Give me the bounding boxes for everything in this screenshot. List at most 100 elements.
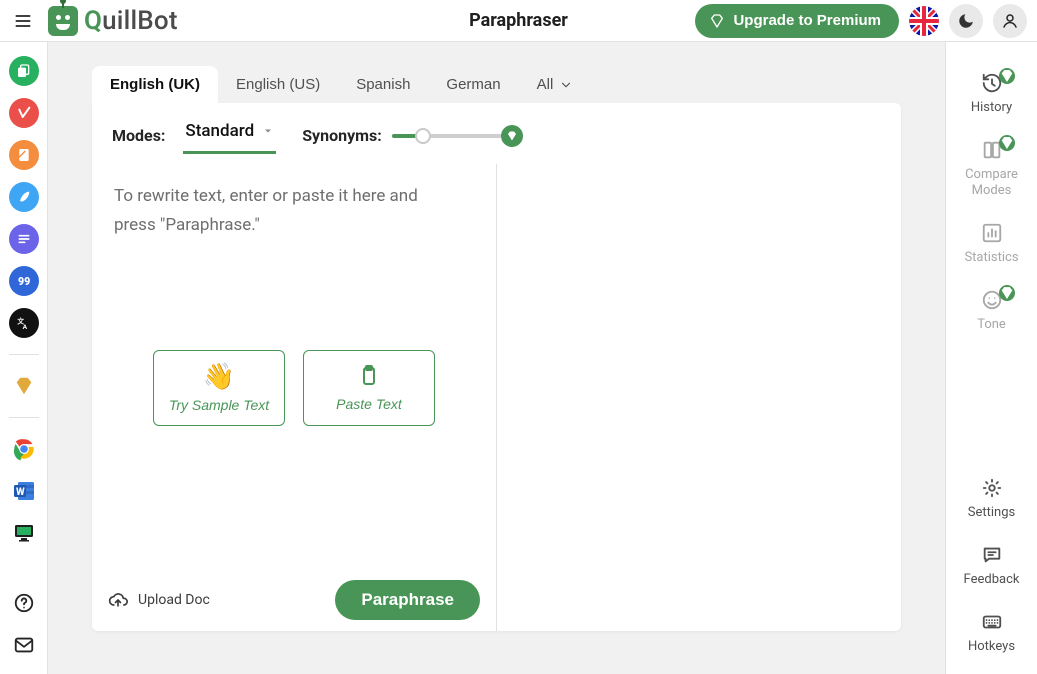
mail-icon	[13, 634, 35, 656]
rail-help[interactable]	[9, 588, 39, 618]
sp-label: History	[971, 100, 1012, 115]
rail-word-ext[interactable]: W	[9, 476, 39, 506]
clipboard-icon	[357, 364, 381, 388]
upgrade-button[interactable]: Upgrade to Premium	[695, 4, 899, 38]
sp-tone[interactable]: Tone	[946, 277, 1037, 344]
desktop-icon	[12, 521, 36, 545]
caret-down-icon	[262, 125, 274, 137]
premium-badge-icon	[999, 285, 1015, 301]
right-panel: History Compare Modes Statistics Tone Se…	[945, 42, 1037, 674]
lines-icon	[16, 231, 32, 247]
keyboard-icon	[981, 611, 1003, 633]
synonyms-label: Synonyms:	[302, 126, 382, 145]
tab-all[interactable]: All	[519, 66, 592, 103]
rail-paraphraser[interactable]	[9, 56, 39, 86]
paste-text-button[interactable]: Paste Text	[303, 350, 435, 426]
theme-toggle[interactable]	[949, 4, 983, 38]
upgrade-label: Upgrade to Premium	[733, 12, 881, 29]
tab-en-us[interactable]: English (US)	[218, 66, 338, 103]
rail-grammar[interactable]	[9, 98, 39, 128]
upload-label: Upload Doc	[138, 592, 210, 608]
modes-label: Modes:	[112, 126, 165, 145]
sp-feedback[interactable]: Feedback	[946, 532, 1037, 599]
sp-label: Tone	[977, 317, 1006, 332]
chevron-down-icon	[559, 78, 573, 92]
language-tabs: English (UK) English (US) Spanish German…	[92, 66, 901, 103]
rail-citation[interactable]: 99	[9, 266, 39, 296]
gear-icon	[981, 477, 1003, 499]
editor-card: Modes: Standard Synonyms: To rewrit	[92, 103, 901, 631]
mode-select[interactable]: Standard	[183, 117, 276, 154]
output-pane	[497, 164, 901, 631]
mode-selected: Standard	[185, 121, 254, 141]
premium-badge-icon	[501, 125, 523, 147]
premium-badge-icon	[999, 68, 1015, 84]
premium-badge-icon	[999, 135, 1015, 151]
rail-divider	[9, 417, 39, 418]
uk-flag-icon	[909, 6, 939, 36]
logo[interactable]: QuillBot	[48, 6, 178, 36]
sp-hotkeys[interactable]: Hotkeys	[946, 599, 1037, 674]
sp-compare[interactable]: Compare Modes	[946, 127, 1037, 210]
quote-icon: 99	[16, 273, 32, 289]
feedback-icon	[981, 544, 1003, 566]
rail-plagiarism[interactable]	[9, 140, 39, 170]
moon-icon	[957, 12, 975, 30]
tab-spanish[interactable]: Spanish	[338, 66, 428, 103]
sp-history[interactable]: History	[946, 60, 1037, 127]
sp-statistics[interactable]: Statistics	[946, 210, 1037, 277]
tab-german[interactable]: German	[428, 66, 518, 103]
chrome-icon	[11, 436, 37, 462]
synonyms-slider[interactable]	[392, 126, 502, 146]
rail-contact[interactable]	[9, 630, 39, 660]
help-icon	[13, 592, 35, 614]
paraphrase-button[interactable]: Paraphrase	[335, 580, 480, 620]
word-icon: W	[12, 479, 36, 503]
logo-mark-icon	[48, 6, 78, 36]
svg-text:W: W	[16, 487, 25, 498]
paste-label: Paste Text	[336, 396, 402, 412]
statistics-icon	[981, 222, 1003, 244]
input-pane[interactable]: To rewrite text, enter or paste it here …	[92, 164, 497, 631]
sp-settings[interactable]: Settings	[946, 465, 1037, 532]
svg-text:99: 99	[18, 275, 30, 288]
editor-toolbar: Modes: Standard Synonyms:	[92, 103, 901, 154]
sample-text-button[interactable]: 👋 Try Sample Text	[153, 350, 285, 426]
rail-chrome-ext[interactable]	[9, 434, 39, 464]
cloud-upload-icon	[108, 590, 128, 610]
copy-icon	[16, 63, 32, 79]
logo-text: QuillBot	[84, 6, 178, 36]
tab-en-uk[interactable]: English (UK)	[92, 66, 218, 103]
sample-label: Try Sample Text	[169, 397, 269, 413]
rail-desktop-ext[interactable]	[9, 518, 39, 548]
sp-label: Hotkeys	[968, 639, 1015, 654]
language-selector[interactable]	[909, 6, 939, 36]
sp-label: Statistics	[964, 250, 1018, 265]
left-rail: 99 文A W	[0, 42, 48, 674]
rail-divider	[9, 354, 39, 355]
translate-icon: 文A	[16, 315, 32, 331]
sp-label: Feedback	[964, 572, 1020, 587]
check-badge-icon	[16, 105, 32, 121]
menu-button[interactable]	[6, 4, 40, 38]
svg-text:A: A	[22, 323, 27, 331]
input-placeholder: To rewrite text, enter or paste it here …	[92, 164, 452, 240]
rail-cowriter[interactable]	[9, 182, 39, 212]
scan-icon	[16, 147, 32, 163]
menu-icon	[13, 11, 33, 31]
diamond-icon	[709, 13, 725, 29]
feather-icon	[16, 189, 32, 205]
page-title: Paraphraser	[469, 10, 568, 31]
upload-doc-button[interactable]: Upload Doc	[108, 590, 210, 610]
rail-premium[interactable]	[9, 371, 39, 401]
sp-label: Settings	[968, 505, 1015, 520]
user-icon	[1001, 12, 1019, 30]
diamond-icon	[13, 375, 35, 397]
main-area: English (UK) English (US) Spanish German…	[48, 42, 945, 674]
rail-translator[interactable]: 文A	[9, 308, 39, 338]
sp-label: Compare Modes	[946, 167, 1037, 198]
account-button[interactable]	[993, 4, 1027, 38]
rail-summarizer[interactable]	[9, 224, 39, 254]
wave-icon: 👋	[203, 363, 235, 389]
app-header: QuillBot Paraphraser Upgrade to Premium	[0, 0, 1037, 42]
